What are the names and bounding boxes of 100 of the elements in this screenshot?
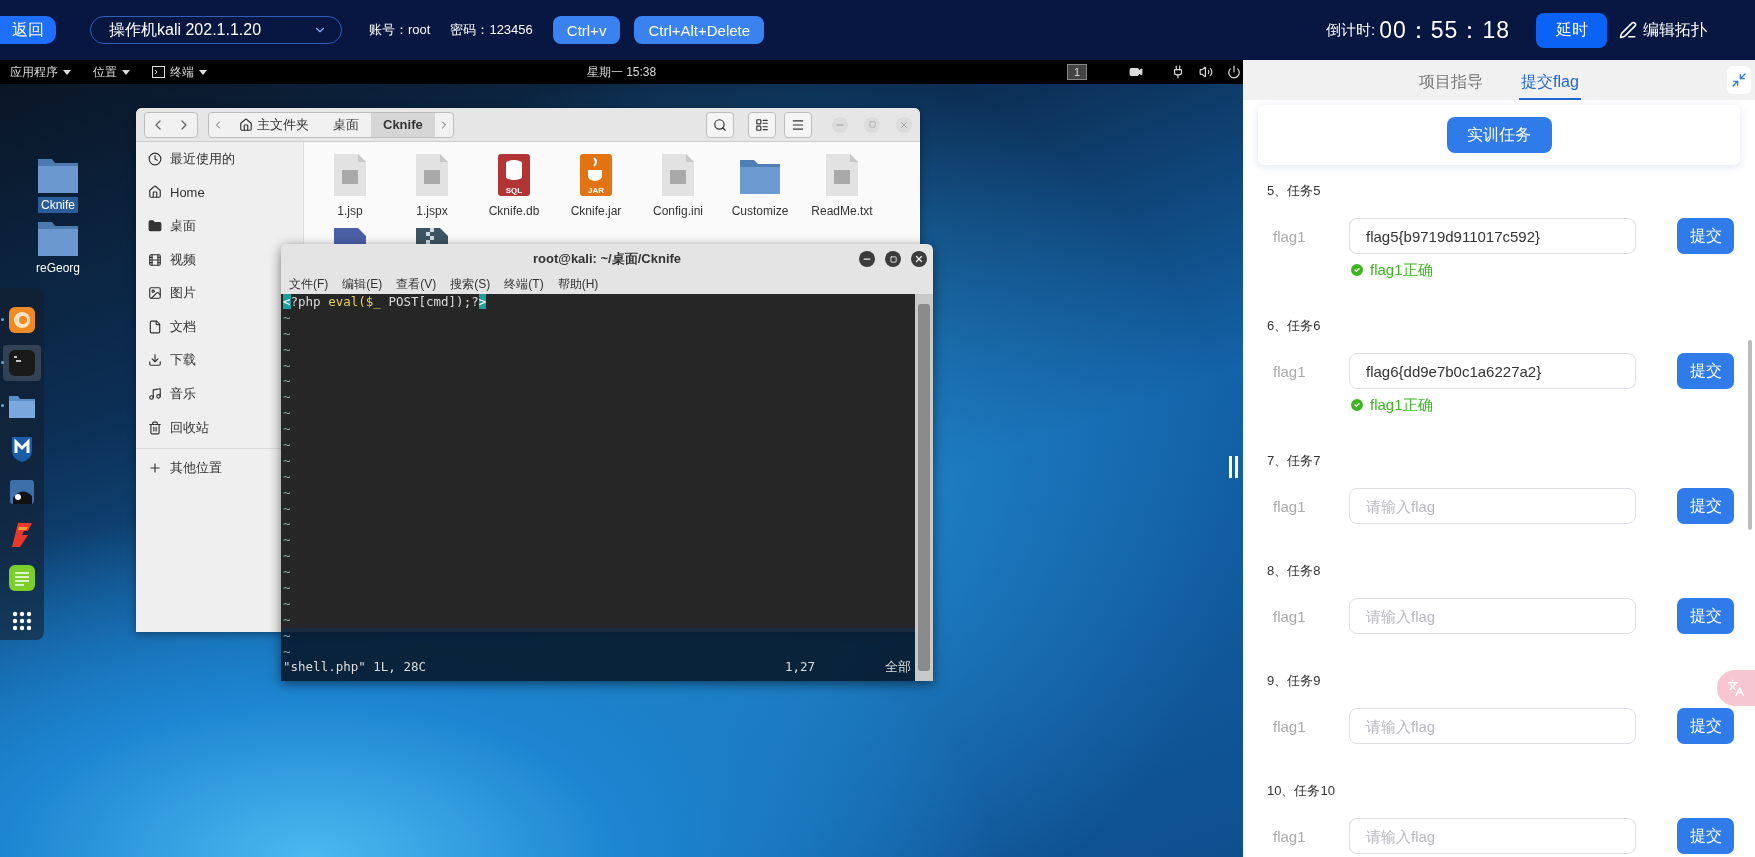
close-button[interactable] xyxy=(911,251,927,267)
scrollbar[interactable] xyxy=(1748,340,1752,530)
tab[interactable]: 项目指导 xyxy=(1417,60,1486,100)
folder-icon[interactable] xyxy=(37,156,79,194)
file-name[interactable]: 1.jsp xyxy=(337,204,363,218)
file-name[interactable]: Config.ini xyxy=(653,204,703,218)
file-name[interactable]: ReadMe.txt xyxy=(811,204,873,218)
minimize-button[interactable] xyxy=(859,251,875,267)
account-text: 账号：root xyxy=(369,21,431,39)
splitter-handle[interactable] xyxy=(1229,456,1239,478)
folder-icon[interactable] xyxy=(37,219,79,257)
empty-line-marker: ~ xyxy=(283,595,291,611)
menu-item[interactable]: 搜索(S) xyxy=(450,275,491,293)
scrollbar[interactable] xyxy=(915,294,933,681)
desktop-icon-label[interactable]: Cknife xyxy=(38,197,78,213)
downloads-icon xyxy=(148,353,162,368)
file-name[interactable]: Cknife.db xyxy=(488,204,540,218)
path-crumb[interactable]: 主文件夹 xyxy=(227,112,321,137)
empty-line-marker: ~ xyxy=(283,389,291,405)
submit-button[interactable]: 提交 xyxy=(1677,708,1734,744)
countdown-timer: 00：55：18 xyxy=(1379,15,1510,45)
sidebar-item[interactable]: 回收站 xyxy=(136,410,213,445)
music-icon xyxy=(148,386,162,401)
terminal-icon xyxy=(152,66,165,78)
workspace-indicator[interactable]: 1 xyxy=(1066,64,1087,80)
edit-topology-link[interactable]: 编辑拓扑 xyxy=(1643,19,1707,41)
search-button[interactable] xyxy=(706,111,734,138)
menu-item[interactable]: 帮助(H) xyxy=(557,275,599,293)
extend-button[interactable]: 延时 xyxy=(1536,12,1607,48)
key-button[interactable]: Ctrl+v xyxy=(552,16,621,44)
desktop-menu[interactable]: 终端 xyxy=(152,63,207,81)
flag-input[interactable]: flag5{b9719d911017c592} xyxy=(1349,218,1636,254)
back-button[interactable]: 返回 xyxy=(0,16,56,44)
power-icon[interactable] xyxy=(1227,65,1241,79)
menu-item[interactable]: 编辑(E) xyxy=(342,275,383,293)
scroll-position: 全部 xyxy=(885,659,912,676)
menu-item[interactable]: 终端(T) xyxy=(504,275,544,293)
file-name[interactable]: Customize xyxy=(731,204,789,218)
empty-line-marker: ~ xyxy=(283,548,291,564)
sidebar-item[interactable]: 其他位置 xyxy=(136,451,226,485)
key-button[interactable]: Ctrl+Alt+Delete xyxy=(634,16,765,44)
sidebar-item[interactable]: 桌面 xyxy=(136,209,200,243)
sidebar-item[interactable]: 音乐 xyxy=(136,377,200,411)
sidebar-item[interactable]: 视频 xyxy=(136,242,200,277)
desktop-menu[interactable]: 应用程序 xyxy=(10,63,71,81)
flag-input[interactable]: 请输入flag xyxy=(1349,598,1636,634)
menu-button[interactable] xyxy=(784,111,812,138)
edit-icon[interactable] xyxy=(1619,21,1637,39)
sidebar-item[interactable]: Home xyxy=(136,175,209,210)
flag-input[interactable]: 请输入flag xyxy=(1349,708,1636,744)
sidebar-item[interactable]: 最近使用的 xyxy=(136,142,239,176)
tab[interactable]: 提交flag xyxy=(1519,60,1581,100)
list-view-icon xyxy=(755,117,769,132)
training-task-button[interactable]: 实训任务 xyxy=(1446,117,1552,153)
flag-label: flag1 xyxy=(1272,717,1307,735)
sidebar-item[interactable]: 下载 xyxy=(136,343,200,378)
empty-line-marker: ~ xyxy=(283,500,291,516)
documents-icon xyxy=(148,319,162,334)
file-name[interactable]: Cknife.jar xyxy=(570,204,622,218)
desktop-icon-label[interactable]: reGeorg xyxy=(33,260,83,276)
empty-line-marker: ~ xyxy=(283,643,291,659)
empty-line-marker: ~ xyxy=(283,405,291,421)
empty-line-marker: ~ xyxy=(283,532,291,548)
terminal-icon xyxy=(8,349,36,377)
app-icon xyxy=(8,478,36,506)
path-crumb[interactable]: 桌面 xyxy=(321,112,371,137)
submit-button[interactable]: 提交 xyxy=(1677,488,1734,524)
network-icon[interactable] xyxy=(1171,65,1185,79)
submit-button[interactable]: 提交 xyxy=(1677,818,1734,854)
task-title: 10、任务10 xyxy=(1267,782,1335,800)
submit-button[interactable]: 提交 xyxy=(1677,218,1734,254)
flag-input[interactable]: flag6{dd9e7b0c1a6227a2} xyxy=(1349,353,1636,389)
path-crumb[interactable]: Cknife xyxy=(371,112,435,137)
menu-item[interactable]: 查看(V) xyxy=(396,275,437,293)
desktop-menu[interactable]: 位置 xyxy=(93,63,130,81)
file-name[interactable]: 1.jspx xyxy=(416,204,448,218)
video-icon xyxy=(148,252,162,267)
menu-label: 位置 xyxy=(93,63,117,81)
collapse-button[interactable] xyxy=(1727,66,1751,94)
view-button[interactable] xyxy=(748,111,776,138)
empty-line-marker: ~ xyxy=(283,357,291,373)
maximize-button[interactable] xyxy=(885,251,901,267)
camera-icon[interactable] xyxy=(1129,65,1143,79)
sidebar-item[interactable]: 图片 xyxy=(136,276,200,310)
app-icon xyxy=(10,521,34,549)
volume-icon[interactable] xyxy=(1199,65,1213,79)
submit-button[interactable]: 提交 xyxy=(1677,598,1734,634)
trash-icon xyxy=(148,420,162,435)
flag-input[interactable]: 请输入flag xyxy=(1349,818,1636,854)
task-title: 8、任务8 xyxy=(1267,562,1321,580)
running-dot xyxy=(1,404,4,407)
flag-input[interactable]: 请输入flag xyxy=(1349,488,1636,524)
menu-label: 应用程序 xyxy=(10,63,58,81)
submit-button[interactable]: 提交 xyxy=(1677,353,1734,389)
caret-icon xyxy=(122,69,130,75)
empty-line-marker: ~ xyxy=(283,325,291,341)
menu-item[interactable]: 文件(F) xyxy=(289,275,329,293)
menu-label: 终端 xyxy=(170,63,194,81)
file-type-label: JAR xyxy=(587,186,605,195)
sidebar-item[interactable]: 文档 xyxy=(136,309,200,344)
